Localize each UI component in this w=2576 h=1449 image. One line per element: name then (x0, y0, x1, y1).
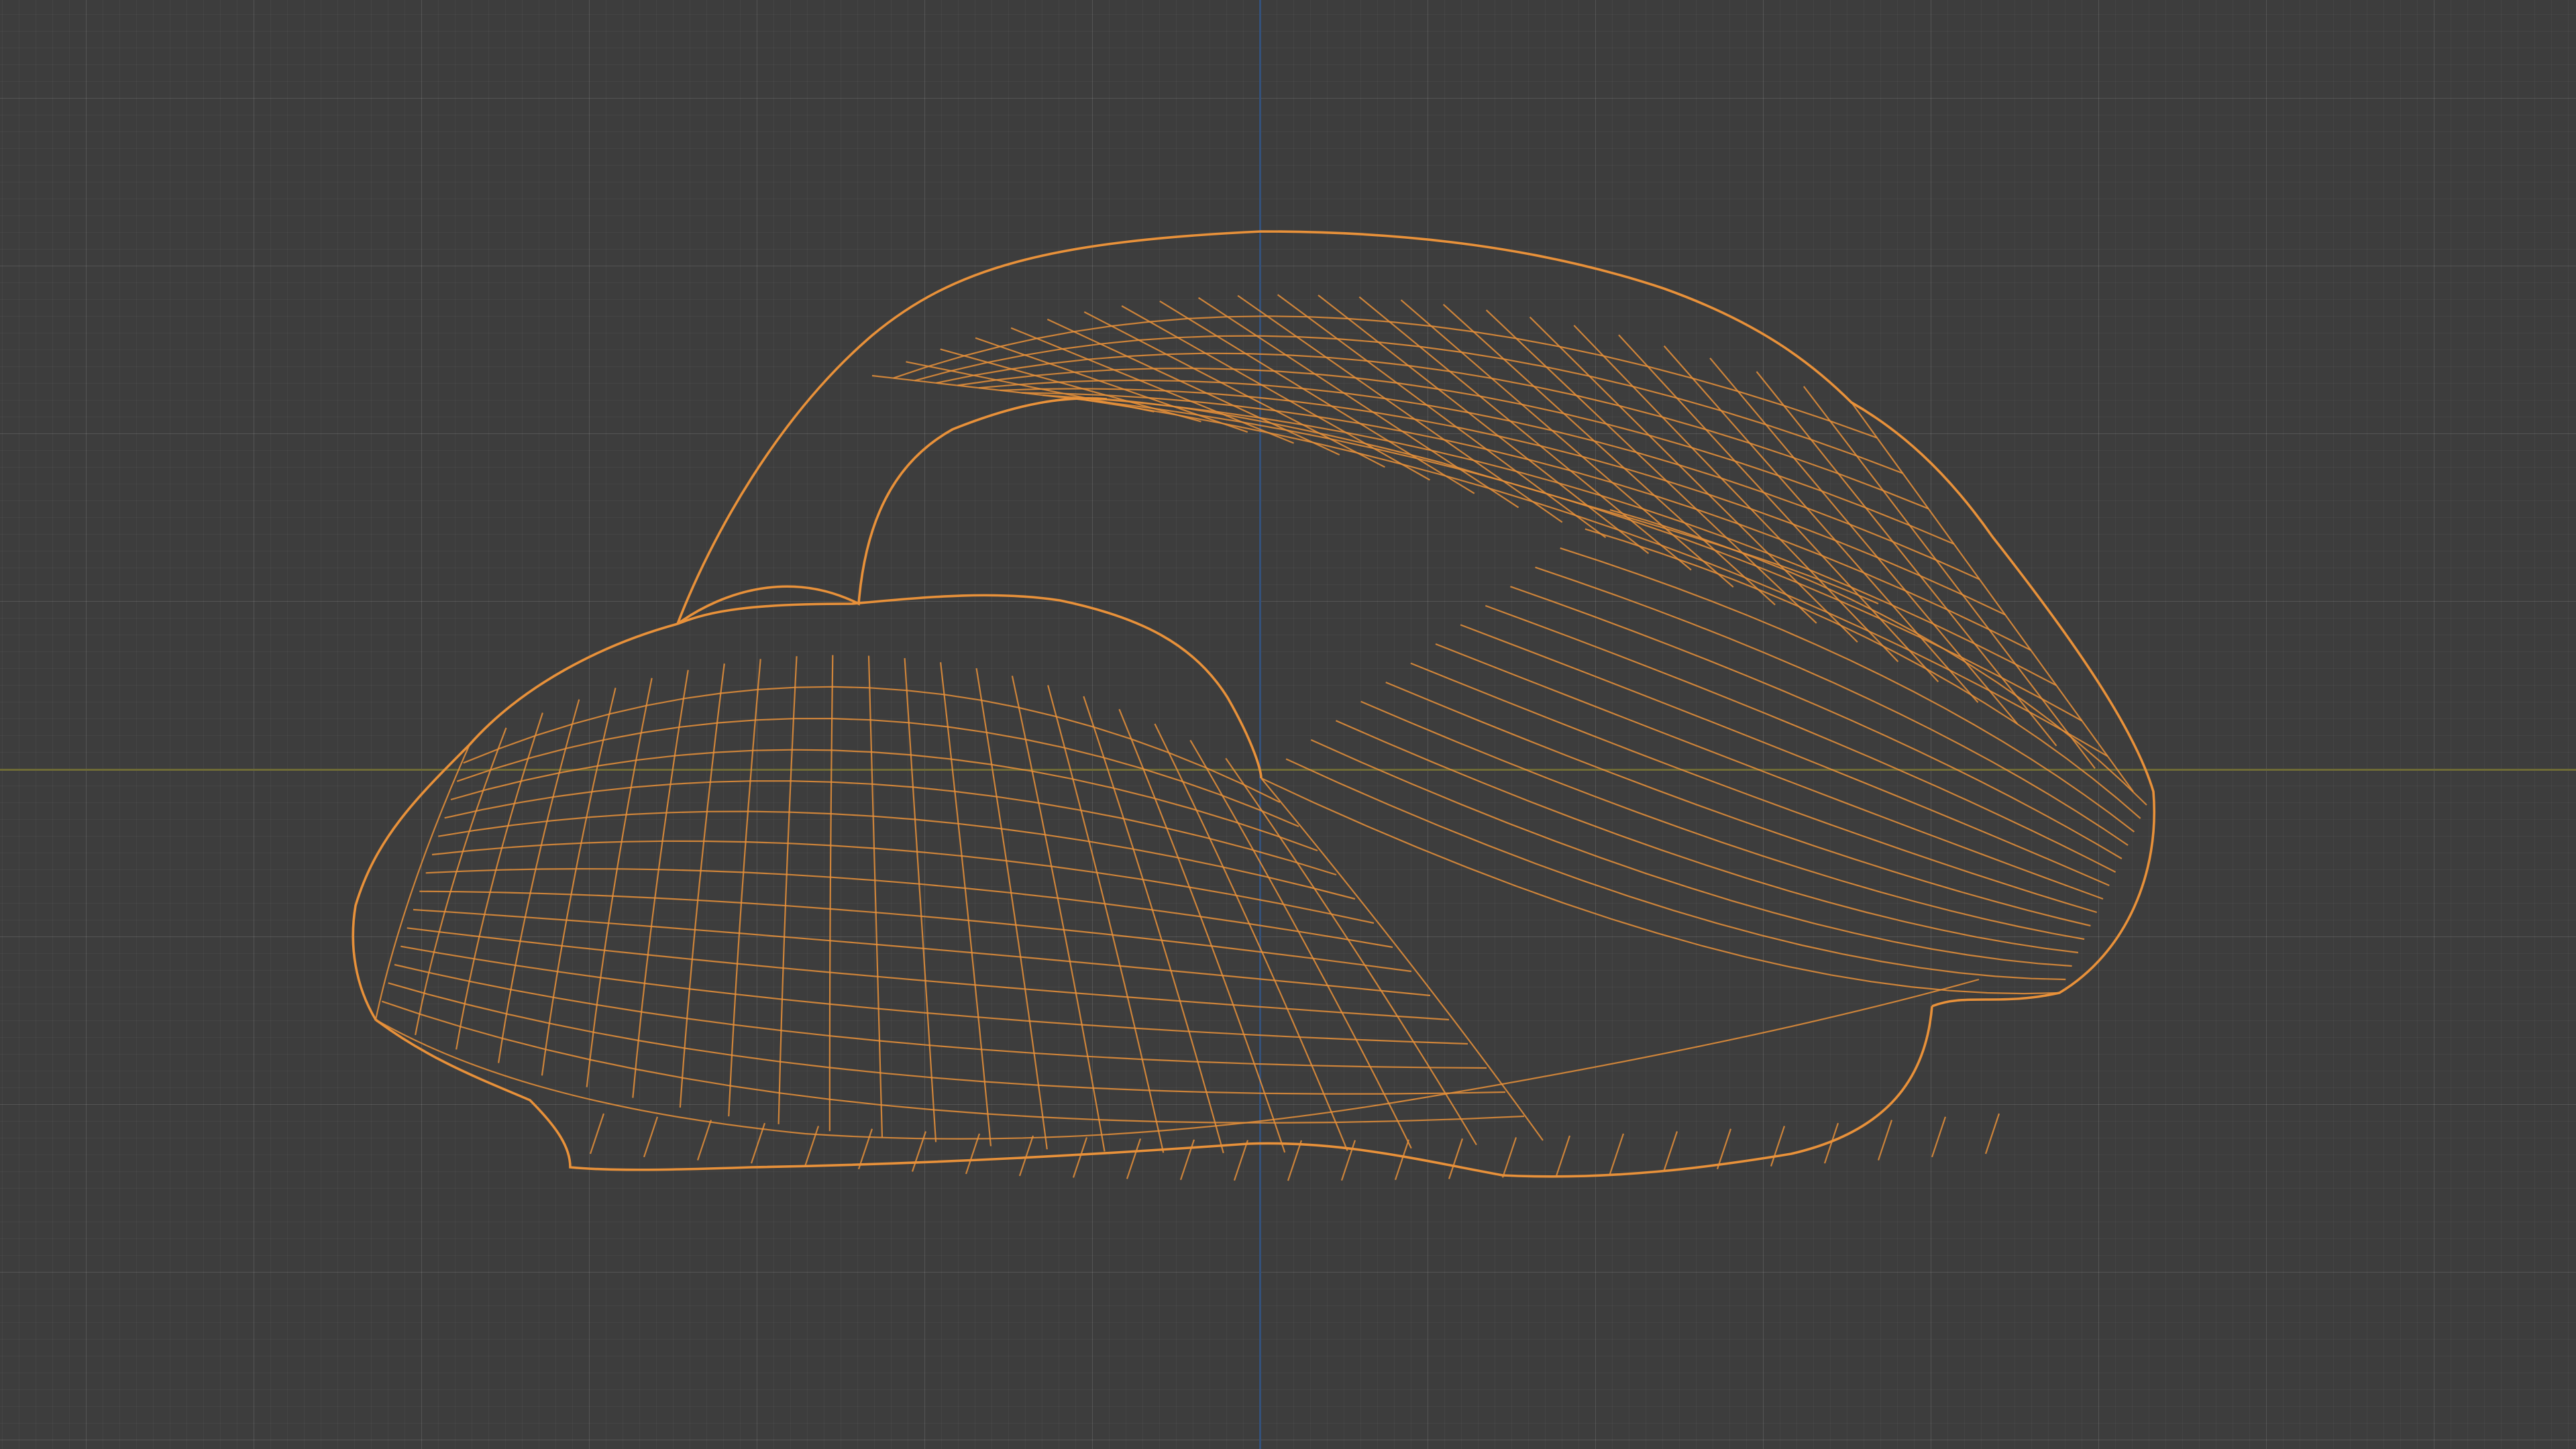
mesh-edge (904, 657, 937, 1142)
mesh-edge (1126, 1138, 1142, 1179)
mesh-edge (1448, 1138, 1464, 1179)
front-lobe-outline (352, 623, 1933, 1178)
mesh-edge (455, 712, 543, 1050)
mesh-edge (1485, 309, 1817, 624)
mesh-edge (1121, 305, 1430, 481)
mesh-edge (1394, 1139, 1410, 1181)
mesh-edge (1535, 566, 2129, 846)
mesh-edge (1021, 392, 2031, 651)
mesh-edge (1770, 1126, 1786, 1167)
mesh-edge (1555, 1135, 1571, 1177)
mesh-edge (1851, 402, 2134, 792)
mesh-edge (1277, 294, 1607, 539)
mesh-edge (1159, 300, 1475, 494)
mesh-edge (1287, 1140, 1303, 1181)
mesh-edge (1877, 1120, 1893, 1161)
mesh-edge (975, 667, 1048, 1150)
mesh-edge (1047, 685, 1165, 1153)
mesh-edge (1179, 1139, 1195, 1181)
3d-viewport[interactable] (0, 0, 2576, 1449)
mesh-edge (1340, 1140, 1356, 1181)
mesh-edge (1072, 1137, 1088, 1178)
mesh-edge (1618, 334, 1939, 683)
mesh-edge (940, 662, 992, 1146)
mesh-edge (728, 659, 761, 1117)
mesh-edge (1260, 777, 1544, 1141)
mesh-edge (1010, 327, 1295, 444)
mesh-edge (1510, 586, 2123, 859)
mesh-edge (456, 717, 1299, 828)
mesh-edge (1085, 399, 2108, 757)
mesh-edge (1385, 682, 2091, 927)
mesh-edges (374, 294, 2147, 1181)
mesh-edge (1046, 319, 1340, 455)
mesh-edge (419, 890, 1412, 973)
belly-line (375, 978, 1980, 1140)
mesh-edge (1501, 1137, 1517, 1178)
back-lobe-outline (676, 230, 2156, 1008)
mesh-edge (450, 749, 1318, 852)
mesh-edge (1018, 1135, 1034, 1177)
mesh-edge (1000, 388, 2006, 616)
mesh-edge (381, 1000, 1525, 1124)
mesh-edge (867, 655, 883, 1138)
wireframe-mesh-object[interactable] (0, 0, 2576, 1449)
mesh-edge (1435, 643, 2104, 900)
mesh-edge (679, 663, 725, 1108)
mesh-edge (804, 1126, 820, 1167)
mesh-edge (643, 1116, 659, 1158)
mesh-edge (1662, 1131, 1678, 1172)
mesh-edge (1609, 1133, 1625, 1175)
mesh-edge (940, 348, 1201, 423)
mesh-edge (400, 945, 1468, 1045)
mesh-edge (1360, 700, 2085, 941)
mesh-edge (498, 699, 580, 1063)
mesh-edge (1400, 299, 1734, 588)
mesh-edge (1460, 624, 2110, 887)
mesh-edge (589, 1113, 605, 1155)
mesh-edge (1083, 696, 1224, 1154)
mesh-edge (911, 1131, 927, 1172)
mesh-edge (777, 656, 798, 1124)
mesh-edge (1984, 1113, 2000, 1155)
mesh-edge (965, 1133, 981, 1175)
mesh-edge (979, 379, 1980, 580)
mesh-edge (425, 867, 1393, 949)
mesh-edge (828, 655, 834, 1132)
mesh-edge (586, 678, 653, 1087)
mesh-edge (1233, 1140, 1249, 1181)
mesh-edge (1931, 1116, 1947, 1158)
upper-left-shoulder-outline (676, 397, 1108, 625)
mesh-edge (696, 1120, 712, 1161)
mesh-edge (1756, 371, 2057, 747)
